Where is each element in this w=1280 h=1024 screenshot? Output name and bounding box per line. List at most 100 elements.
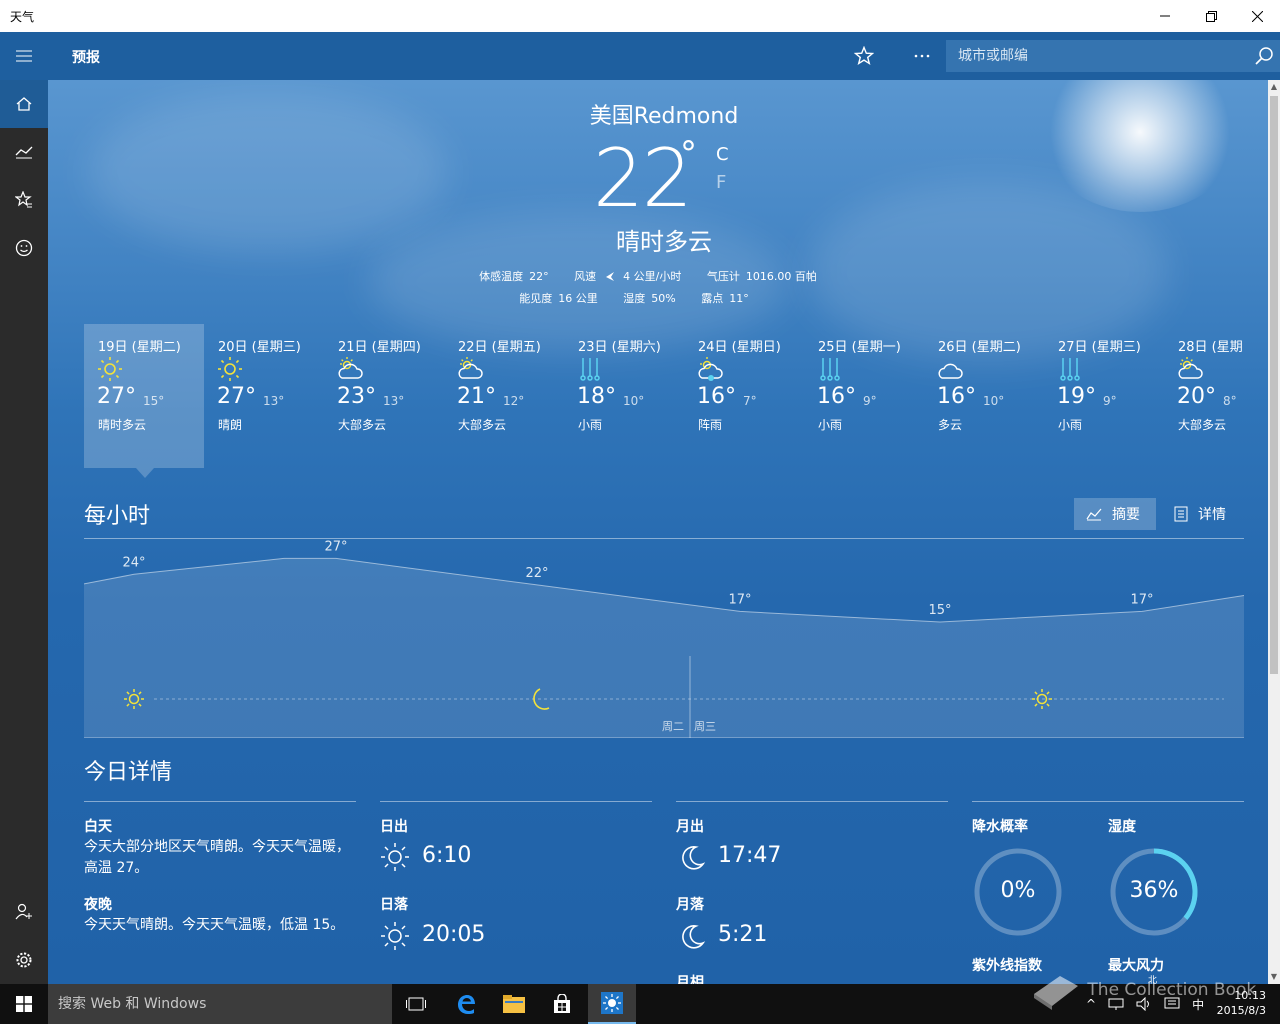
search-icon[interactable] <box>1254 46 1274 66</box>
scroll-up-arrow-icon[interactable]: ▲ <box>1268 80 1280 94</box>
forecast-high: 16° <box>937 384 976 409</box>
nav-lifestyle-button[interactable] <box>0 224 48 272</box>
sunset-sun-icon <box>381 922 409 950</box>
forecast-day[interactable]: 22日 (星期五) 21° 12° 大部多云 <box>444 324 564 468</box>
hourly-temp-label: 27° <box>324 539 347 554</box>
daytime-label: 白天 <box>84 819 112 835</box>
chart-line-icon <box>1086 508 1102 521</box>
forecast-low: 9° <box>1103 394 1117 408</box>
forecast-low: 7° <box>743 394 757 408</box>
forecast-high: 21° <box>457 384 496 409</box>
task-view-button[interactable] <box>392 984 440 1024</box>
day-label-wednesday: 周三 <box>694 720 716 733</box>
file-explorer-button[interactable] <box>490 984 538 1024</box>
favorite-button[interactable] <box>852 44 876 68</box>
wind-value: 4 公里/小时 <box>623 270 682 283</box>
more-button[interactable] <box>910 44 934 68</box>
unit-celsius[interactable]: C <box>716 144 729 165</box>
forecast-low: 12° <box>503 394 525 408</box>
hourly-title: 每小时 <box>84 504 151 529</box>
taskbar-search-input[interactable] <box>48 984 392 1024</box>
nav-forecast-button[interactable] <box>0 80 48 128</box>
hourly-temp-label: 17° <box>1130 592 1153 607</box>
forecast-day[interactable]: 23日 (星期六) 18° 10° 小雨 <box>564 324 684 468</box>
moonset-label: 月落 <box>676 897 704 913</box>
humidity-label: 湿度 <box>623 292 646 305</box>
forecast-day[interactable]: 25日 (星期一) 16° 9° 小雨 <box>804 324 924 468</box>
watermark-text: The Collection Book <box>1087 980 1257 1000</box>
forecast-condition: 大部多云 <box>458 418 507 432</box>
hourly-temp-label: 24° <box>122 555 145 570</box>
edge-browser-button[interactable] <box>442 984 490 1024</box>
nav-maps-button[interactable] <box>0 128 48 176</box>
forecast-low: 13° <box>263 394 285 408</box>
store-button[interactable] <box>538 984 586 1024</box>
humidity-today-label: 湿度 <box>1108 819 1136 835</box>
search-box <box>946 40 1280 72</box>
forecast-condition: 阵雨 <box>698 418 723 432</box>
weather-app-button[interactable] <box>588 984 636 1024</box>
nav-rail <box>0 32 48 984</box>
summary-toggle[interactable]: 摘要 <box>1074 498 1156 530</box>
moonset-time: 5:21 <box>718 922 768 947</box>
account-button[interactable] <box>0 888 48 936</box>
precip-label: 降水概率 <box>972 819 1028 835</box>
partly-cloudy-icon <box>458 357 483 379</box>
forecast-condition: 小雨 <box>1058 418 1083 432</box>
unit-fahrenheit[interactable]: F <box>716 172 726 193</box>
forecast-day[interactable]: 26日 (星期二) 16° 10° 多云 <box>924 324 1044 468</box>
settings-button[interactable] <box>0 936 48 984</box>
detail-list-icon <box>1174 506 1188 522</box>
precip-value: 0% <box>1000 878 1036 903</box>
today-title: 今日详情 <box>84 760 173 785</box>
sunrise-label: 日出 <box>380 819 408 835</box>
forecast-date: 23日 (星期六) <box>578 340 661 355</box>
column-rule-4 <box>972 801 1244 802</box>
forecast-day[interactable]: 24日 (星期日) 16° 7° 阵雨 <box>684 324 804 468</box>
forecast-day[interactable]: 27日 (星期三) 19° 9° 小雨 <box>1044 324 1164 468</box>
humidity-today-value: 36% <box>1129 878 1179 903</box>
forecast-high: 27° <box>97 384 136 409</box>
hamburger-menu-button[interactable] <box>0 32 48 80</box>
book-logo-icon <box>1034 976 1078 1010</box>
scroll-down-arrow-icon[interactable]: ▼ <box>1268 970 1280 984</box>
close-button[interactable] <box>1234 0 1280 32</box>
forecast-date: 20日 (星期三) <box>218 340 301 355</box>
night-text: 今天天气晴朗。今天天气温暖，低温 15。 <box>84 917 345 933</box>
forecast-day[interactable]: 21日 (星期四) 23° 13° 大部多云 <box>324 324 444 468</box>
minimize-button[interactable] <box>1142 0 1188 32</box>
folder-icon <box>503 995 525 1013</box>
moonset-moon-icon <box>682 925 706 949</box>
feels-like-label: 体感温度 <box>479 270 524 283</box>
forecast-low: 9° <box>863 394 877 408</box>
detail-label: 详情 <box>1198 507 1226 523</box>
sunset-time: 20:05 <box>422 922 486 947</box>
day-label-tuesday: 周二 <box>662 720 684 733</box>
nav-favorites-button[interactable] <box>0 176 48 224</box>
wind-label: 风速 <box>574 270 597 283</box>
summary-label: 摘要 <box>1112 507 1140 523</box>
moonrise-label: 月出 <box>676 819 704 835</box>
chart-icon <box>15 146 33 159</box>
scrollbar[interactable]: ▲ ▼ <box>1268 80 1280 984</box>
start-button[interactable] <box>0 984 48 1024</box>
edge-icon <box>458 995 475 1014</box>
moonrise-moon-icon <box>682 846 706 870</box>
moonrise-time: 17:47 <box>718 843 782 868</box>
forecast-day[interactable]: 19日 (星期二) 27° 15° 晴时多云 <box>84 324 204 468</box>
restore-button[interactable] <box>1188 0 1234 32</box>
degree-symbol: ° <box>680 134 697 174</box>
detail-toggle[interactable]: 详情 <box>1162 498 1242 530</box>
search-input[interactable] <box>946 40 1236 72</box>
forecast-day[interactable]: 28日 (星期 20° 8° 大部多云 <box>1164 324 1280 468</box>
forecast-date: 21日 (星期四) <box>338 340 421 355</box>
forecast-low: 10° <box>623 394 645 408</box>
stats-row-1: 体感温度 22° 风速 4 公里/小时 气压计 1016.00 百帕 <box>48 268 1264 284</box>
forecast-high: 23° <box>337 384 376 409</box>
pressure-value: 1016.00 百帕 <box>745 270 817 283</box>
showers-icon <box>698 357 723 381</box>
forecast-date: 25日 (星期一) <box>818 340 901 355</box>
forecast-day[interactable]: 20日 (星期三) 27° 13° 晴朗 <box>204 324 324 468</box>
star-icon <box>854 46 874 66</box>
selected-day-pointer <box>136 468 154 478</box>
